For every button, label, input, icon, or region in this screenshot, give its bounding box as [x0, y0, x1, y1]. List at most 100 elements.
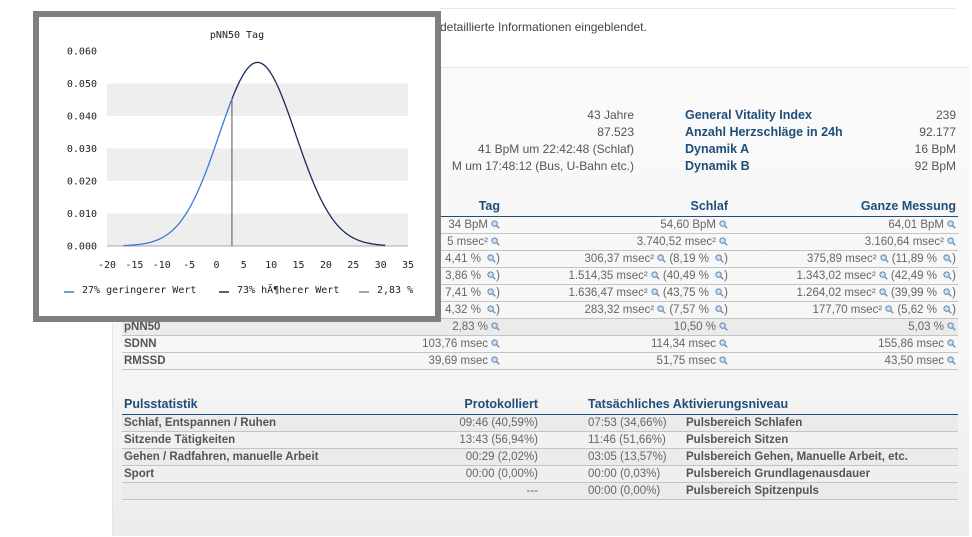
zoom-icon[interactable] — [487, 271, 496, 280]
cell-value: 114,34 msec — [651, 338, 716, 350]
cell-protocol: 00:29 (2,02%) — [422, 448, 540, 466]
zoom-icon[interactable] — [651, 288, 660, 297]
zoom-icon[interactable] — [491, 339, 500, 348]
cell-close: ) — [724, 287, 728, 299]
zoom-icon[interactable] — [715, 288, 724, 297]
zoom-icon[interactable] — [491, 220, 500, 229]
cell-gap — [540, 431, 586, 449]
zoom-icon[interactable] — [943, 254, 952, 263]
zoom-icon[interactable] — [947, 237, 956, 246]
cell-schlaf: 114,34 msec — [502, 335, 730, 353]
top-divider — [440, 8, 955, 9]
row-label: SDNN — [122, 335, 302, 353]
cell-schlaf: 51,75 msec — [502, 352, 730, 370]
cell-ganz: 375,89 msec² (11,89 % ) — [730, 250, 958, 268]
zoom-icon[interactable] — [879, 271, 888, 280]
pulse-header-row: Pulsstatistik Protokolliert Tatsächliche… — [122, 397, 958, 415]
zoom-icon[interactable] — [879, 288, 888, 297]
zoom-icon[interactable] — [719, 356, 728, 365]
zoom-icon[interactable] — [657, 305, 666, 314]
zoom-icon[interactable] — [947, 339, 956, 348]
cell-close: ) — [724, 253, 728, 265]
cell-pct: (5,62 % — [894, 304, 941, 316]
zoom-icon[interactable] — [491, 322, 500, 331]
pnn50-chart: pNN50 Tag 0.000 0.010 0.020 0.030 0.040 0.050… — [64, 30, 414, 296]
zoom-icon[interactable] — [719, 237, 728, 246]
grid-band — [107, 148, 408, 181]
zoom-icon[interactable] — [715, 271, 724, 280]
zoom-icon[interactable] — [943, 288, 952, 297]
chart-popup[interactable]: pNN50 Tag 0.000 0.010 0.020 0.030 0.040 0.050… — [33, 11, 441, 322]
zoom-icon[interactable] — [719, 339, 728, 348]
x-tick-label: 25 — [347, 260, 359, 271]
grid-band — [107, 181, 408, 214]
zoom-icon[interactable] — [719, 220, 728, 229]
grid-bands — [107, 51, 408, 246]
zoom-icon[interactable] — [487, 305, 496, 314]
cell-protocol: 00:00 (0,00%) — [422, 465, 540, 483]
y-tick-label: 0.000 — [67, 242, 97, 253]
cell-value: 1.514,35 msec² — [568, 270, 648, 282]
zoom-icon[interactable] — [487, 288, 496, 297]
zoom-icon[interactable] — [657, 254, 666, 263]
zoom-icon[interactable] — [719, 322, 728, 331]
cell-pct: (11,89 % — [888, 253, 941, 265]
cell-schlaf: 3.740,52 msec² — [502, 233, 730, 251]
cell-gap — [540, 414, 586, 432]
zoom-icon[interactable] — [715, 305, 724, 314]
cell-value: 155,86 msec — [878, 338, 944, 350]
zoom-icon[interactable] — [651, 271, 660, 280]
zoom-icon[interactable] — [491, 356, 500, 365]
zoom-icon[interactable] — [947, 322, 956, 331]
cell-value: 43,50 msec — [884, 355, 944, 367]
cell-ganz: 3.160,64 msec² — [730, 233, 958, 251]
stat-min-pulse: 41 BpM um 22:42:48 (Schlaf) — [477, 142, 634, 156]
pulse-header-gap — [540, 397, 586, 415]
cell-value: 4,41 % — [445, 253, 485, 265]
zoom-icon[interactable] — [487, 254, 496, 263]
cell-activation: 03:05 (13,57%) — [586, 448, 684, 466]
cell-close: ) — [724, 270, 728, 282]
table-row: RMSSD 39,69 msec 51,75 msec 43,50 msec — [122, 352, 958, 370]
cell-level: Pulsbereich Schlafen — [684, 414, 958, 432]
cell-schlaf: 283,32 msec² (7,57 % ) — [502, 301, 730, 319]
zoom-icon[interactable] — [947, 356, 956, 365]
dynamik-b-value: 92 BpM — [914, 159, 956, 173]
dynamik-b-label: Dynamik B — [685, 159, 750, 173]
zoom-icon[interactable] — [943, 305, 952, 314]
cell-pct: (7,57 % — [666, 304, 713, 316]
y-axis-ticks: 0.000 0.010 0.020 0.030 0.040 0.050 0.060 — [67, 47, 97, 253]
cell-activation: 07:53 (34,66%) — [586, 414, 684, 432]
cell-value: 51,75 msec — [656, 355, 716, 367]
hrv-header-ganz: Ganze Messung — [730, 199, 958, 217]
zoom-icon[interactable] — [943, 271, 952, 280]
cell-ganz: 43,50 msec — [730, 352, 958, 370]
cell-value: 283,32 msec² — [584, 304, 655, 316]
cell-tag: 103,76 msec — [302, 335, 502, 353]
cell-ganz: 5,03 % — [730, 318, 958, 336]
cell-value: 103,76 msec — [422, 338, 488, 350]
cell-value: 64,01 BpM — [888, 219, 944, 231]
pulse-table: Pulsstatistik Protokolliert Tatsächliche… — [122, 397, 958, 500]
cell-level: Pulsbereich Gehen, Manuelle Arbeit, etc. — [684, 448, 958, 466]
y-tick-label: 0.050 — [67, 79, 97, 90]
stat-age: 43 Jahre — [587, 108, 634, 122]
zoom-icon[interactable] — [947, 220, 956, 229]
cell-close: ) — [496, 270, 500, 282]
cell-value: 54,60 BpM — [660, 219, 716, 231]
cell-value: 1.264,02 msec² — [796, 287, 876, 299]
cell-gap — [540, 448, 586, 466]
stat-max-pulse: M um 17:48:12 (Bus, U-Bahn etc.) — [451, 159, 634, 173]
row-label: Gehen / Radfahren, manuelle Arbeit — [122, 448, 422, 466]
zoom-icon[interactable] — [715, 254, 724, 263]
chart-legend: 27% geringerer Wert 73% hÃ¶herer Wert 2,83… — [64, 283, 413, 296]
cell-value: 3.160,64 msec² — [864, 236, 944, 248]
zoom-icon[interactable] — [491, 237, 500, 246]
pulse-header-act: Tatsächliches Aktivierungsniveau — [586, 397, 958, 415]
zoom-icon[interactable] — [880, 254, 889, 263]
heartbeats-label: Anzahl Herzschläge in 24h — [685, 125, 843, 139]
zoom-icon[interactable] — [885, 305, 894, 314]
cell-value: 1.343,02 msec² — [796, 270, 876, 282]
grid-band — [107, 213, 408, 246]
cell-close: ) — [724, 304, 728, 316]
